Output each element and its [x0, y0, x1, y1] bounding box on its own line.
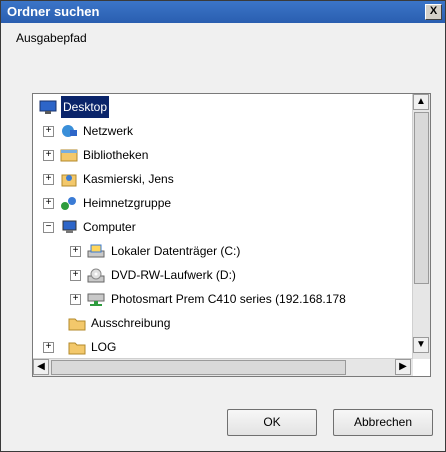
expand-icon[interactable]: +	[43, 126, 54, 137]
vertical-scroll-thumb[interactable]	[414, 112, 429, 284]
expand-icon[interactable]: +	[43, 198, 54, 209]
scroll-up-button[interactable]: ▲	[413, 94, 429, 110]
folder-tree[interactable]: Desktop + Netzwerk + Bibliotheken + Kasm…	[32, 93, 431, 377]
desktop-icon	[39, 100, 57, 114]
tree-item-label: Ausschreibung	[91, 316, 171, 330]
expand-icon[interactable]: +	[70, 294, 81, 305]
tree-item-ausschreibung[interactable]: Ausschreibung	[33, 312, 430, 334]
computer-icon	[62, 220, 77, 233]
ok-button[interactable]: OK	[227, 409, 317, 436]
tree-item-netzwerk[interactable]: + Netzwerk	[33, 120, 430, 142]
folder-browser-dialog: Ordner suchen X Ausgabepfad Desktop + Ne…	[0, 0, 446, 452]
expand-icon[interactable]: +	[43, 150, 54, 161]
vertical-scrollbar[interactable]: ▲ ▼	[412, 94, 430, 359]
tree-item-label: LOG	[91, 340, 117, 354]
tree-item-network-drive[interactable]: + Photosmart Prem C410 series (192.168.1…	[33, 288, 413, 310]
network-icon	[62, 125, 77, 137]
tree-item-label: Lokaler Datenträger (C:)	[111, 244, 241, 258]
description-label: Ausgabepfad	[16, 31, 87, 45]
tree-item-user-folder[interactable]: + Kasmierski, Jens	[33, 168, 430, 190]
expand-icon[interactable]: +	[70, 270, 81, 281]
tree-item-label: Kasmierski, Jens	[83, 172, 174, 186]
expand-icon[interactable]: +	[43, 174, 54, 185]
close-button[interactable]: X	[425, 4, 442, 20]
tree-item-label: Netzwerk	[83, 124, 134, 138]
network-drive-icon	[87, 293, 105, 306]
tree-item-label: Desktop	[61, 96, 110, 118]
dvd-drive-icon	[87, 268, 105, 283]
expand-icon[interactable]: +	[43, 342, 54, 353]
scroll-down-button[interactable]: ▼	[413, 337, 429, 353]
tree-item-drive-c[interactable]: + Lokaler Datenträger (C:)	[33, 240, 430, 262]
tree-item-label: Computer	[83, 220, 136, 234]
horizontal-scrollbar[interactable]: ◀ ▶	[33, 358, 413, 376]
horizontal-scroll-thumb[interactable]	[51, 360, 346, 375]
tree-item-label: DVD-RW-Laufwerk (D:)	[111, 268, 236, 282]
library-icon	[60, 149, 78, 162]
cancel-button[interactable]: Abbrechen	[333, 409, 433, 436]
tree-item-log[interactable]: + LOG	[33, 336, 430, 358]
scroll-right-button[interactable]: ▶	[395, 359, 411, 375]
expand-icon[interactable]: +	[70, 246, 81, 257]
window-title: Ordner suchen	[7, 4, 100, 19]
tree-item-heimnetzgruppe[interactable]: + Heimnetzgruppe	[33, 192, 430, 214]
tree-item-bibliotheken[interactable]: + Bibliotheken	[33, 144, 430, 166]
scroll-left-button[interactable]: ◀	[33, 359, 49, 375]
title-bar[interactable]: Ordner suchen X	[1, 1, 445, 23]
tree-item-drive-d[interactable]: + DVD-RW-Laufwerk (D:)	[33, 264, 430, 286]
tree-item-label: Heimnetzgruppe	[83, 196, 172, 210]
user-folder-icon	[61, 174, 77, 187]
hard-drive-icon	[87, 244, 105, 258]
collapse-icon[interactable]: −	[43, 222, 54, 233]
tree-item-computer[interactable]: − Computer	[33, 216, 430, 238]
homegroup-icon	[61, 197, 76, 210]
tree-item-desktop[interactable]: Desktop	[33, 96, 430, 118]
folder-icon	[68, 318, 86, 331]
tree-item-label: Photosmart Prem C410 series (192.168.178	[111, 292, 346, 306]
tree-item-label: Bibliotheken	[83, 148, 149, 162]
folder-icon	[68, 342, 86, 355]
